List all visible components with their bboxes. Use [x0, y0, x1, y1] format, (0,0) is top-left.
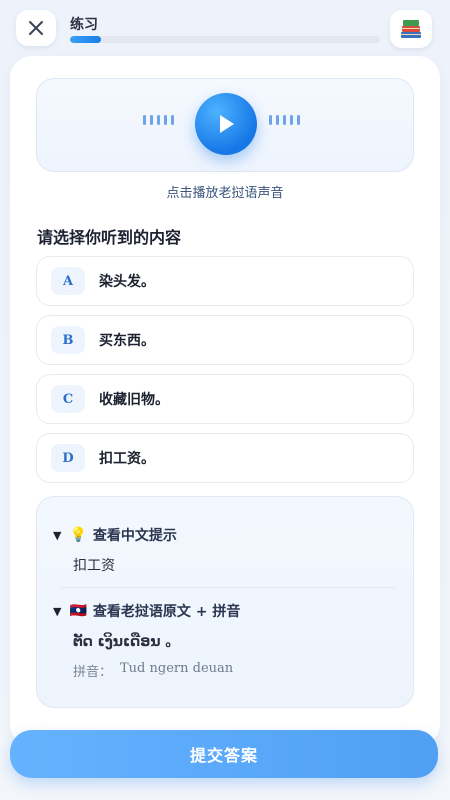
progress-fill — [70, 36, 101, 43]
pinyin-value: Tud ngern deuan — [120, 661, 234, 676]
option-text: 扣工资。 — [99, 451, 155, 467]
sound-wave-left-icon — [143, 115, 174, 125]
divider — [61, 587, 395, 588]
chinese-hint-content: 扣工资 — [73, 558, 115, 574]
exercise-card: 点击播放老挝语声音 请选择你听到的内容 A 染头发。 B 买东西。 C 收藏旧物… — [10, 56, 440, 746]
option-text: 买东西。 — [99, 333, 155, 349]
caret-down-icon: ▼ — [53, 604, 62, 618]
option-a[interactable]: A 染头发。 — [36, 256, 414, 306]
chinese-hint-title: 查看中文提示 — [92, 528, 177, 544]
option-d[interactable]: D 扣工资。 — [36, 433, 414, 483]
caret-down-icon: ▼ — [53, 528, 62, 542]
hint-panel: ▼ 💡 查看中文提示 扣工资 ▼ 🇱🇦 查看老挝语原文 + 拼音 ຕັດ ເງິ… — [36, 496, 414, 708]
lightbulb-icon: 💡 — [69, 527, 87, 543]
option-letter: D — [51, 444, 85, 472]
books-button[interactable] — [390, 10, 432, 48]
audio-hint: 点击播放老挝语声音 — [166, 186, 284, 201]
play-icon — [220, 115, 234, 133]
page-title: 练习 — [70, 17, 98, 33]
close-icon — [29, 21, 43, 35]
question-prompt: 请选择你听到的内容 — [37, 228, 182, 247]
lao-hint-title: 查看老挝语原文 + 拼音 — [92, 604, 241, 620]
audio-player — [36, 78, 414, 172]
option-letter: C — [51, 385, 85, 413]
books-icon — [401, 20, 421, 38]
option-c[interactable]: C 收藏旧物。 — [36, 374, 414, 424]
pinyin-label: 拼音： — [73, 665, 113, 680]
option-text: 收藏旧物。 — [99, 392, 169, 408]
laos-flag-icon: 🇱🇦 — [69, 603, 87, 619]
lao-hint-toggle[interactable]: ▼ 🇱🇦 查看老挝语原文 + 拼音 — [53, 601, 240, 621]
close-button[interactable] — [16, 10, 56, 46]
progress-bar — [70, 36, 380, 43]
top-bar: 练习 — [0, 0, 450, 56]
submit-button[interactable]: 提交答案 — [10, 730, 438, 778]
chinese-hint-toggle[interactable]: ▼ 💡 查看中文提示 — [53, 525, 177, 545]
option-text: 染头发。 — [99, 274, 155, 290]
lao-original-text: ຕັດ ເງິນເດືອນ 。 — [73, 634, 180, 650]
pinyin-row: 拼音： Tud ngern deuan — [73, 661, 233, 680]
sound-wave-right-icon — [269, 115, 300, 125]
play-button[interactable] — [195, 93, 257, 155]
option-letter: B — [51, 326, 85, 354]
option-b[interactable]: B 买东西。 — [36, 315, 414, 365]
option-letter: A — [51, 267, 85, 295]
